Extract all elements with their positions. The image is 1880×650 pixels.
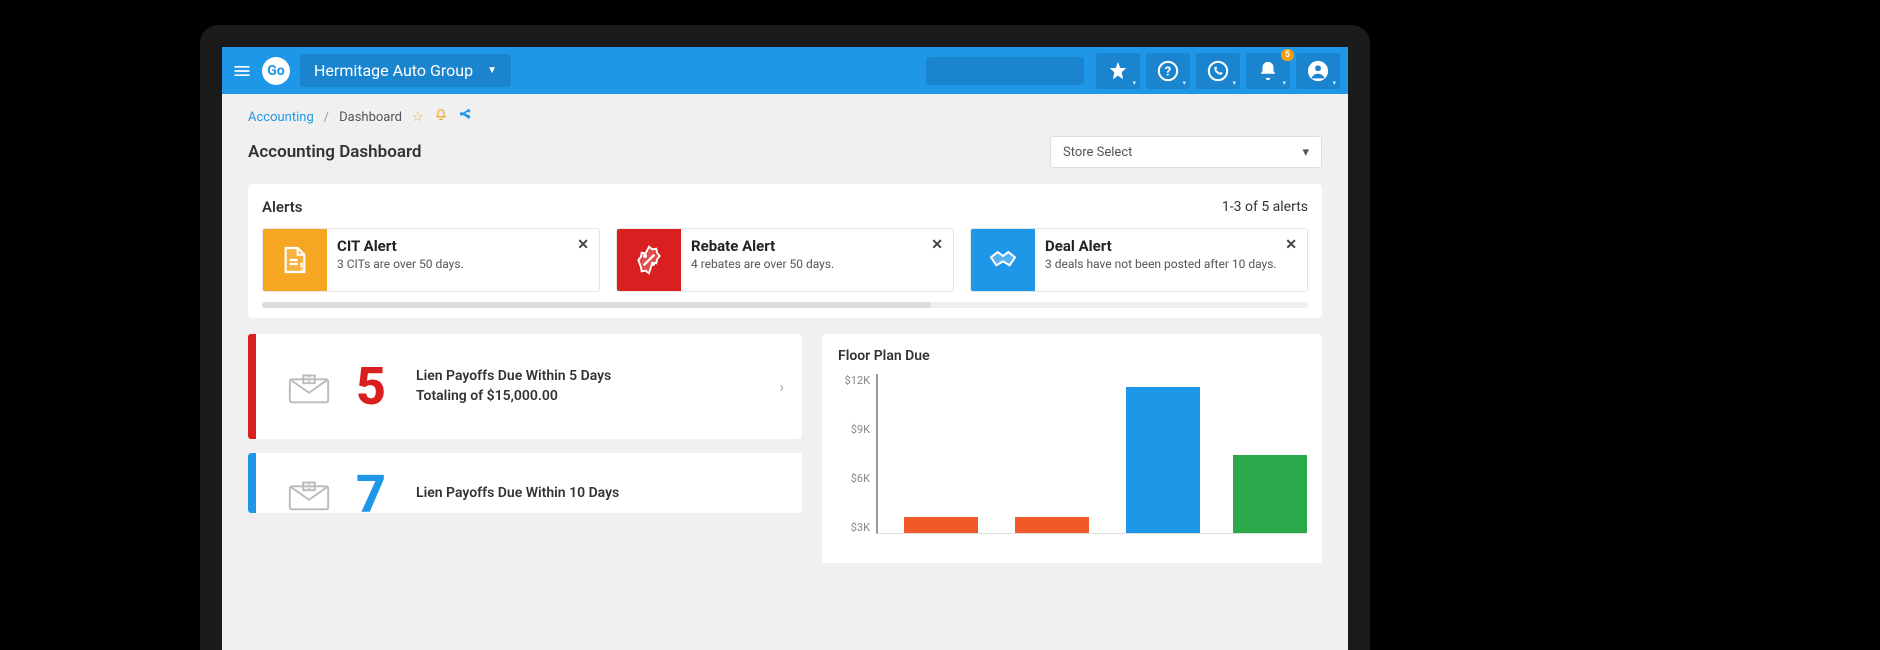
alert-title: CIT Alert: [337, 237, 589, 255]
phone-icon[interactable]: ▾: [1196, 53, 1240, 89]
alert-desc: 4 rebates are over 50 days.: [691, 257, 943, 273]
caret-down-icon: ▼: [487, 65, 497, 76]
chart-bar: [1233, 455, 1307, 533]
caret-down-icon: ▾: [1302, 145, 1309, 160]
notifications-icon[interactable]: 5 ▾: [1246, 53, 1290, 89]
chart-plot: [876, 374, 1306, 534]
alert-card-rebate[interactable]: Rebate Alert 4 rebates are over 50 days.…: [616, 228, 954, 292]
alerts-panel: Alerts 1-3 of 5 alerts CIT Alert 3 CITs …: [248, 184, 1322, 318]
svg-text:$: $: [307, 375, 311, 384]
envelope-money-icon: $: [284, 362, 334, 412]
svg-text:?: ?: [1165, 64, 1171, 79]
alerts-scrollbar[interactable]: [262, 302, 1308, 308]
title-row: Accounting Dashboard Store Select ▾: [222, 136, 1348, 184]
scrollbar-thumb[interactable]: [262, 302, 931, 308]
star-action-icon[interactable]: ▾: [1096, 53, 1140, 89]
stat-card-5day[interactable]: $ 5 Lien Payoffs Due Within 5 Days Total…: [248, 334, 802, 439]
close-icon[interactable]: ✕: [577, 237, 589, 253]
stat-number: 7: [356, 464, 386, 514]
org-selector[interactable]: Hermitage Auto Group ▼: [300, 54, 511, 87]
alert-bell-icon[interactable]: [434, 108, 448, 126]
handshake-icon: [971, 229, 1035, 291]
breadcrumb-root[interactable]: Accounting: [248, 110, 314, 125]
help-icon[interactable]: ? ▾: [1146, 53, 1190, 89]
svg-text:$: $: [307, 482, 311, 491]
topbar: Go Hermitage Auto Group ▼ ▾ ? ▾ ▾: [222, 47, 1348, 94]
logo: Go: [262, 57, 290, 85]
chart-bar: [904, 517, 978, 533]
accent-bar: [248, 453, 256, 513]
favorite-icon[interactable]: ☆: [412, 110, 424, 125]
chart-bar: [1015, 517, 1089, 533]
close-icon[interactable]: ✕: [931, 237, 943, 253]
menu-button[interactable]: [232, 61, 252, 81]
accent-bar: [248, 334, 256, 439]
chart-bar: [1126, 387, 1200, 533]
alerts-count: 1-3 of 5 alerts: [1222, 199, 1308, 215]
alert-card-deal[interactable]: Deal Alert 3 deals have not been posted …: [970, 228, 1308, 292]
breadcrumb-sep: /: [324, 110, 329, 125]
search-box[interactable]: [926, 57, 1084, 85]
close-icon[interactable]: ✕: [1285, 237, 1297, 253]
alert-title: Deal Alert: [1045, 237, 1297, 255]
org-name: Hermitage Auto Group: [314, 61, 473, 80]
percent-badge-icon: [617, 229, 681, 291]
alert-desc: 3 CITs are over 50 days.: [337, 257, 589, 273]
breadcrumb-current: Dashboard: [339, 110, 402, 125]
stat-card-10day[interactable]: $ 7 Lien Payoffs Due Within 10 Days: [248, 453, 802, 513]
envelope-money-icon: $: [284, 469, 334, 513]
floor-plan-chart: Floor Plan Due $12K $9K $6K $3K: [822, 334, 1322, 563]
stat-text: Lien Payoffs Due Within 10 Days: [416, 484, 784, 504]
y-axis: $12K $9K $6K $3K: [838, 374, 876, 534]
alert-desc: 3 deals have not been posted after 10 da…: [1045, 257, 1297, 273]
store-select[interactable]: Store Select ▾: [1050, 136, 1322, 168]
alert-title: Rebate Alert: [691, 237, 943, 255]
alert-cards: CIT Alert 3 CITs are over 50 days. ✕ Reb…: [262, 228, 1308, 292]
search-input[interactable]: [934, 63, 1100, 78]
breadcrumb: Accounting / Dashboard ☆: [222, 94, 1348, 136]
chart-title: Floor Plan Due: [838, 348, 1306, 364]
chevron-right-icon: ›: [779, 377, 784, 396]
stat-number: 5: [356, 356, 386, 417]
notification-badge: 5: [1281, 49, 1294, 61]
alerts-label: Alerts: [262, 198, 303, 216]
alert-card-cit[interactable]: CIT Alert 3 CITs are over 50 days. ✕: [262, 228, 600, 292]
document-alert-icon: [263, 229, 327, 291]
user-icon[interactable]: ▾: [1296, 53, 1340, 89]
stat-text: Lien Payoffs Due Within 5 Days Totaling …: [416, 367, 779, 406]
page-title: Accounting Dashboard: [248, 142, 421, 162]
top-icons: ▾ ? ▾ ▾ 5 ▾ ▾: [1096, 53, 1340, 89]
store-select-label: Store Select: [1063, 145, 1132, 160]
share-icon[interactable]: [458, 108, 472, 126]
